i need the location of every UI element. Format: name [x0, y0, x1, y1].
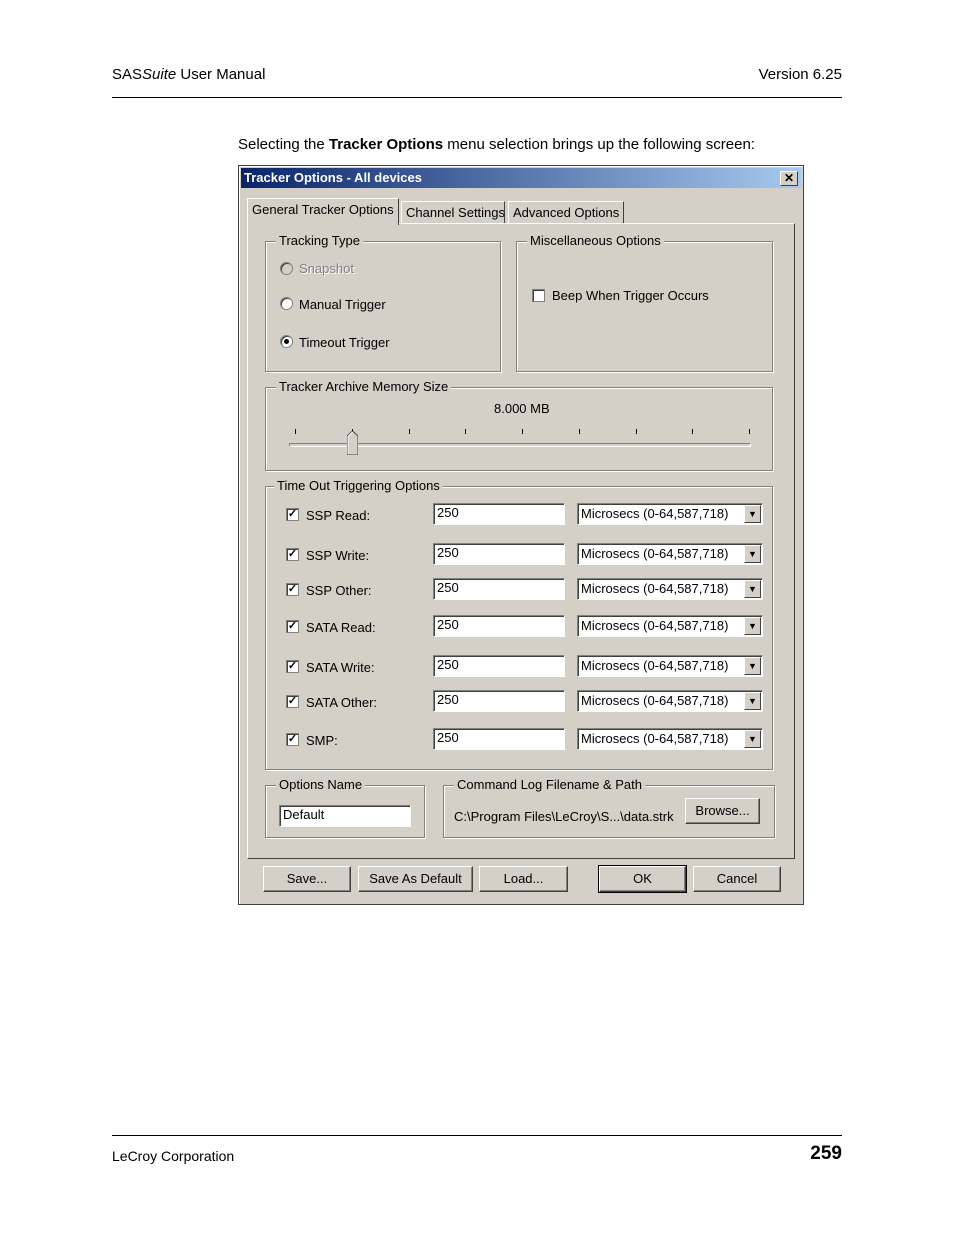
- timeout-row-unit-select[interactable]: Microsecs (0-64,587,718) ▼: [577, 578, 763, 600]
- timeout-row-label: SSP Write:: [306, 548, 370, 563]
- dropdown-arrow-icon[interactable]: ▼: [744, 617, 761, 635]
- timeout-row-checkbox[interactable]: ✓: [286, 620, 299, 633]
- archive-size-value: 8.000 MB: [494, 401, 550, 416]
- dialog-title: Tracker Options - All devices: [244, 170, 422, 185]
- timeout-row-unit-select[interactable]: Microsecs (0-64,587,718) ▼: [577, 615, 763, 637]
- slider-tick: [692, 429, 693, 434]
- timeout-row-value-input[interactable]: 250: [433, 578, 565, 600]
- footer-company: LeCroy Corporation: [112, 1148, 235, 1164]
- timeout-row-checkbox[interactable]: ✓: [286, 733, 299, 746]
- slider-tick: [295, 429, 296, 434]
- save-as-default-button[interactable]: Save As Default: [358, 866, 473, 892]
- command-log-path: C:\Program Files\LeCroy\S...\data.strk: [454, 809, 674, 824]
- timeout-row-value-input[interactable]: 250: [433, 503, 565, 525]
- miscellaneous-group: Miscellaneous Options: [516, 233, 773, 372]
- slider-tick: [465, 429, 466, 434]
- manual-trigger-label: Manual Trigger: [299, 297, 386, 312]
- close-icon: ✕: [783, 171, 795, 185]
- page-number: 259: [810, 1143, 842, 1164]
- archive-size-label: Tracker Archive Memory Size: [276, 379, 452, 394]
- manual-version: Version 6.25: [758, 66, 842, 83]
- manual-title-prefix: SAS: [112, 66, 143, 83]
- load-button[interactable]: Load...: [479, 866, 568, 892]
- timeout-row-checkbox[interactable]: ✓: [286, 583, 299, 596]
- options-name-input[interactable]: Default: [279, 805, 411, 827]
- timeout-row-value-input[interactable]: 250: [433, 690, 565, 712]
- archive-size-group: Tracker Archive Memory Size: [265, 379, 773, 471]
- dropdown-arrow-icon[interactable]: ▼: [744, 730, 761, 748]
- manual-trigger-radio[interactable]: [280, 297, 293, 310]
- tracking-type-label: Tracking Type: [276, 233, 363, 248]
- manual-title-suffix: User Manual: [176, 66, 266, 83]
- timeout-row-unit-select[interactable]: Microsecs (0-64,587,718) ▼: [577, 543, 763, 565]
- timeout-row-checkbox[interactable]: ✓: [286, 508, 299, 521]
- tab-channel-settings[interactable]: Channel Settings: [401, 201, 505, 224]
- tracker-options-dialog: Tracker Options - All devices ✕ General …: [238, 165, 804, 905]
- intro-text-bold: Tracker Options: [328, 136, 444, 153]
- slider-tick: [579, 429, 580, 434]
- timeout-row-value-input[interactable]: 250: [433, 543, 565, 565]
- footer-rule: [112, 1135, 842, 1136]
- close-button[interactable]: ✕: [780, 171, 798, 186]
- snapshot-label: Snapshot: [299, 261, 354, 276]
- timeout-row-value-input[interactable]: 250: [433, 655, 565, 677]
- timeout-row-unit-select[interactable]: Microsecs (0-64,587,718) ▼: [577, 690, 763, 712]
- miscellaneous-label: Miscellaneous Options: [527, 233, 664, 248]
- beep-checkbox[interactable]: [532, 289, 545, 302]
- timeout-row-checkbox[interactable]: ✓: [286, 695, 299, 708]
- dropdown-arrow-icon[interactable]: ▼: [744, 580, 761, 598]
- timeout-row-unit-value: Microsecs (0-64,587,718): [581, 658, 729, 673]
- timeout-row-label: SATA Read:: [306, 620, 376, 635]
- manual-title-italic: Suite: [142, 66, 177, 83]
- intro-text-after: menu selection brings up the following s…: [443, 136, 755, 153]
- timeout-row-unit-select[interactable]: Microsecs (0-64,587,718) ▼: [577, 655, 763, 677]
- timeout-row-unit-value: Microsecs (0-64,587,718): [581, 693, 729, 708]
- command-log-label: Command Log Filename & Path: [454, 777, 645, 792]
- timeout-row-unit-value: Microsecs (0-64,587,718): [581, 731, 729, 746]
- dropdown-arrow-icon[interactable]: ▼: [744, 692, 761, 710]
- timeout-row-unit-value: Microsecs (0-64,587,718): [581, 618, 729, 633]
- dialog-titlebar: Tracker Options - All devices ✕: [241, 168, 801, 188]
- timeout-row-label: SATA Other:: [306, 695, 378, 710]
- slider-thumb[interactable]: [347, 431, 358, 455]
- slider-tick: [749, 429, 750, 434]
- timeout-row-value-input[interactable]: 250: [433, 615, 565, 637]
- options-name-label: Options Name: [276, 777, 366, 792]
- cancel-button[interactable]: Cancel: [693, 866, 781, 892]
- timeout-row-checkbox[interactable]: ✓: [286, 660, 299, 673]
- beep-label: Beep When Trigger Occurs: [552, 288, 709, 303]
- intro-text-before: Selecting the: [238, 136, 329, 153]
- manual-title: SASSuite User Manual: [112, 66, 265, 83]
- timeout-row-label: SMP:: [306, 733, 338, 748]
- browse-button[interactable]: Browse...: [685, 798, 760, 824]
- timeout-row-unit-select[interactable]: Microsecs (0-64,587,718) ▼: [577, 503, 763, 525]
- timeout-options-label: Time Out Triggering Options: [274, 478, 443, 493]
- dropdown-arrow-icon[interactable]: ▼: [744, 657, 761, 675]
- timeout-row-label: SATA Write:: [306, 660, 375, 675]
- intro-paragraph: Selecting the Tracker Options menu selec…: [238, 136, 755, 153]
- ok-button[interactable]: OK: [598, 865, 687, 893]
- snapshot-radio[interactable]: [280, 262, 293, 275]
- timeout-row-value-input[interactable]: 250: [433, 728, 565, 750]
- dropdown-arrow-icon[interactable]: ▼: [744, 505, 761, 523]
- slider-tick: [409, 429, 410, 434]
- header-rule: [112, 97, 842, 98]
- save-button[interactable]: Save...: [263, 866, 351, 892]
- timeout-row-unit-value: Microsecs (0-64,587,718): [581, 546, 729, 561]
- timeout-row-label: SSP Read:: [306, 508, 371, 523]
- tab-advanced-options[interactable]: Advanced Options: [508, 201, 624, 224]
- timeout-row-unit-select[interactable]: Microsecs (0-64,587,718) ▼: [577, 728, 763, 750]
- timeout-trigger-label: Timeout Trigger: [299, 335, 390, 350]
- timeout-row-checkbox[interactable]: ✓: [286, 548, 299, 561]
- slider-tick: [636, 429, 637, 434]
- timeout-row-label: SSP Other:: [306, 583, 372, 598]
- tab-general-tracker-options[interactable]: General Tracker Options: [247, 198, 399, 225]
- dropdown-arrow-icon[interactable]: ▼: [744, 545, 761, 563]
- slider-tick: [522, 429, 523, 434]
- timeout-row-unit-value: Microsecs (0-64,587,718): [581, 506, 729, 521]
- timeout-trigger-radio[interactable]: [280, 335, 293, 348]
- slider-track[interactable]: [289, 443, 751, 447]
- timeout-row-unit-value: Microsecs (0-64,587,718): [581, 581, 729, 596]
